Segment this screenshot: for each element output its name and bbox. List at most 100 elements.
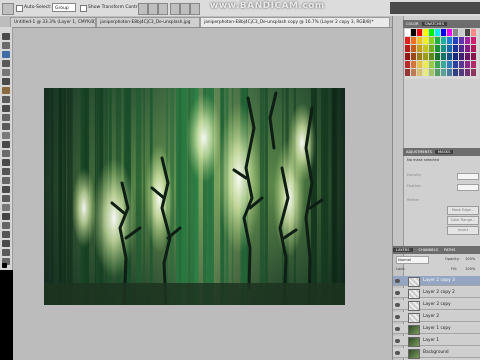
tool-icon[interactable] bbox=[2, 168, 10, 175]
color-range-button[interactable]: Color Range... bbox=[447, 216, 479, 225]
color-swatch[interactable] bbox=[405, 53, 410, 60]
tool-icon[interactable] bbox=[2, 42, 10, 49]
layer-row[interactable]: Layer 2 copy bbox=[393, 300, 480, 311]
opacity-value[interactable]: 100% bbox=[465, 257, 475, 261]
color-swatch[interactable] bbox=[411, 37, 416, 44]
color-swatch[interactable] bbox=[471, 61, 476, 68]
tool-icon[interactable] bbox=[2, 60, 10, 67]
layer-row[interactable]: Layer 2 copy 3 bbox=[393, 276, 480, 287]
color-swatch[interactable] bbox=[441, 37, 446, 44]
tool-icon[interactable] bbox=[2, 186, 10, 193]
color-swatch[interactable] bbox=[471, 37, 476, 44]
tool-icon[interactable] bbox=[2, 105, 10, 112]
tool-icon[interactable] bbox=[2, 177, 10, 184]
mask-edge-button[interactable]: Mask Edge... bbox=[447, 206, 479, 215]
color-swatch[interactable] bbox=[429, 37, 434, 44]
color-swatch[interactable] bbox=[423, 29, 428, 36]
layer-row[interactable]: Layer 1 copy bbox=[393, 324, 480, 335]
color-swatch[interactable] bbox=[405, 69, 410, 76]
visibility-eye-icon[interactable] bbox=[395, 291, 400, 295]
color-swatch[interactable] bbox=[423, 61, 428, 68]
color-swatch[interactable] bbox=[411, 45, 416, 52]
color-swatch[interactable] bbox=[429, 53, 434, 60]
visibility-eye-icon[interactable] bbox=[395, 303, 400, 307]
align-left-icon[interactable] bbox=[170, 3, 180, 15]
layer-row[interactable]: Background bbox=[393, 348, 480, 359]
tool-icon[interactable] bbox=[2, 249, 10, 256]
color-swatch[interactable] bbox=[423, 53, 428, 60]
tool-icon[interactable] bbox=[2, 51, 10, 58]
tab-untitled[interactable]: Untitled-1 @ 33.3% (Layer 1, CMYK/8)* bbox=[10, 17, 96, 27]
color-swatch[interactable] bbox=[405, 45, 410, 52]
tool-icon[interactable] bbox=[2, 132, 10, 139]
color-swatch[interactable] bbox=[429, 29, 434, 36]
tab-swatches[interactable]: SWATCHES bbox=[421, 22, 448, 26]
color-swatch[interactable] bbox=[429, 69, 434, 76]
color-swatch[interactable] bbox=[441, 29, 446, 36]
tool-icon[interactable] bbox=[2, 96, 10, 103]
color-swatch[interactable] bbox=[417, 53, 422, 60]
color-swatch[interactable] bbox=[465, 53, 470, 60]
foreground-color-swatch[interactable] bbox=[2, 263, 7, 268]
workspace-switcher[interactable] bbox=[390, 2, 480, 14]
blend-mode-dropdown[interactable]: Normal bbox=[396, 256, 429, 264]
tab-photo-copy[interactable]: janiperphoton-E8bj4CjC3_De-unsplash copy… bbox=[200, 17, 390, 27]
tab-paths[interactable]: PATHS bbox=[441, 248, 455, 252]
color-swatch[interactable] bbox=[423, 45, 428, 52]
color-swatch[interactable] bbox=[417, 45, 422, 52]
color-swatch[interactable] bbox=[447, 61, 452, 68]
tool-icon[interactable] bbox=[2, 213, 10, 220]
color-swatch[interactable] bbox=[453, 45, 458, 52]
color-swatch[interactable] bbox=[447, 45, 452, 52]
color-swatch[interactable] bbox=[405, 61, 410, 68]
color-swatch[interactable] bbox=[417, 29, 422, 36]
layer-row[interactable]: Layer 1 bbox=[393, 336, 480, 347]
align-top-icon[interactable] bbox=[138, 3, 148, 15]
density-field[interactable] bbox=[457, 173, 479, 180]
tool-icon[interactable] bbox=[2, 150, 10, 157]
color-swatch[interactable] bbox=[435, 29, 440, 36]
color-swatch[interactable] bbox=[435, 37, 440, 44]
color-swatch[interactable] bbox=[471, 29, 476, 36]
color-swatch[interactable] bbox=[459, 69, 464, 76]
align-right-icon[interactable] bbox=[190, 3, 200, 15]
color-swatch[interactable] bbox=[405, 29, 410, 36]
color-swatch[interactable] bbox=[447, 69, 452, 76]
color-swatch[interactable] bbox=[435, 61, 440, 68]
layer-row[interactable]: Layer 2 copy 2 bbox=[393, 288, 480, 299]
color-swatch[interactable] bbox=[453, 53, 458, 60]
tool-icon[interactable] bbox=[2, 240, 10, 247]
color-swatch[interactable] bbox=[459, 53, 464, 60]
color-swatch[interactable] bbox=[447, 37, 452, 44]
color-swatch[interactable] bbox=[465, 61, 470, 68]
color-swatch[interactable] bbox=[411, 61, 416, 68]
color-swatch[interactable] bbox=[465, 69, 470, 76]
tab-color[interactable]: COLOR bbox=[403, 22, 419, 26]
color-swatch[interactable] bbox=[453, 69, 458, 76]
tool-icon[interactable] bbox=[2, 87, 10, 94]
color-swatch[interactable] bbox=[459, 61, 464, 68]
color-swatch[interactable] bbox=[411, 53, 416, 60]
visibility-eye-icon[interactable] bbox=[395, 279, 400, 283]
tool-icon[interactable] bbox=[2, 204, 10, 211]
color-swatch[interactable] bbox=[459, 45, 464, 52]
color-swatch[interactable] bbox=[441, 45, 446, 52]
tool-icon[interactable] bbox=[2, 78, 10, 85]
align-center-icon[interactable] bbox=[180, 3, 190, 15]
tab-original-photo[interactable]: janiperphoton-E8bj4CjC3_De-unsplash.jpg bbox=[96, 17, 200, 27]
tool-icon[interactable] bbox=[2, 195, 10, 202]
color-swatch[interactable] bbox=[447, 29, 452, 36]
visibility-eye-icon[interactable] bbox=[395, 327, 400, 331]
tool-icon[interactable] bbox=[2, 123, 10, 130]
invert-button[interactable]: Invert bbox=[447, 226, 479, 235]
layer-row[interactable]: Layer 2 bbox=[393, 312, 480, 323]
color-swatch[interactable] bbox=[429, 61, 434, 68]
tab-channels[interactable]: CHANNELS bbox=[416, 248, 439, 252]
tool-icon[interactable] bbox=[2, 114, 10, 121]
color-swatch[interactable] bbox=[417, 69, 422, 76]
color-swatch[interactable] bbox=[435, 45, 440, 52]
visibility-eye-icon[interactable] bbox=[395, 339, 400, 343]
transform-controls-checkbox[interactable] bbox=[80, 5, 87, 12]
color-swatch[interactable] bbox=[471, 45, 476, 52]
color-swatch[interactable] bbox=[417, 61, 422, 68]
